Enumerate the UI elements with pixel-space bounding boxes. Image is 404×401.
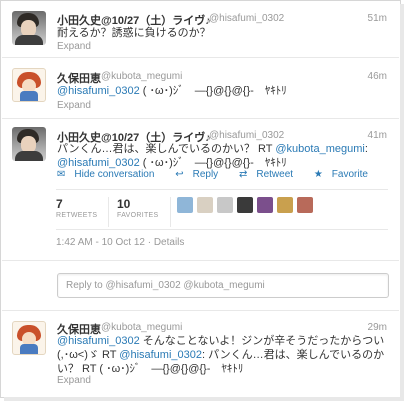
retweets-count[interactable]: 7: [56, 197, 63, 211]
favorite-label: Favorite: [331, 169, 368, 180]
favorites-label[interactable]: FAVORITES: [117, 212, 158, 219]
retweet-icon: ⇄: [238, 169, 248, 180]
retweeter-avatar[interactable]: [177, 197, 193, 213]
tweet-timestamp[interactable]: 51m: [368, 13, 387, 24]
window-shadow: [4, 397, 404, 401]
reply-input[interactable]: Reply to @hisafumi_0302 @kubota_megumi: [57, 273, 389, 298]
tweet-2[interactable]: 久保田恵 @kubota_megumi 46m @hisafumi_0302 (…: [2, 58, 399, 116]
tweet-text-body: パンくん…君は、楽しんでいるのかい？ RT: [57, 143, 276, 155]
tweet-meta[interactable]: 1:42 AM - 10 Oct 12 · Details: [56, 237, 184, 248]
reply-button[interactable]: ↩ Reply: [175, 169, 227, 180]
tweet-author-handle[interactable]: @hisafumi_0302: [209, 130, 284, 141]
hide-conversation-label: Hide conversation: [74, 169, 155, 180]
retweeter-avatar[interactable]: [197, 197, 213, 213]
tweet-text: 耐えるか？誘惑に負けるのか？: [57, 27, 211, 39]
avatar[interactable]: [12, 11, 46, 45]
avatar[interactable]: [12, 68, 46, 102]
retweeter-avatar[interactable]: [217, 197, 233, 213]
mention-link[interactable]: @hisafumi_0302: [57, 85, 140, 97]
retweeter-avatar[interactable]: [257, 197, 273, 213]
mention-link[interactable]: @kubota_megumi: [275, 143, 364, 155]
tweet-text-body: ( ･ω･)ｼﾞ ―{}@{}@{}- ﾔｷﾄﾘ: [139, 85, 287, 97]
expand-link[interactable]: Expand: [57, 100, 91, 111]
divider: [2, 260, 399, 261]
tweet-4[interactable]: 久保田恵 @kubota_megumi 29m @hisafumi_0302 そ…: [2, 311, 399, 397]
star-icon: ★: [313, 169, 323, 180]
stats-separator: [170, 197, 171, 227]
avatar-body: [15, 151, 43, 161]
tweet-timestamp[interactable]: 29m: [368, 322, 387, 333]
tweet-timestamp[interactable]: 46m: [368, 71, 387, 82]
mention-link[interactable]: @hisafumi_0302: [119, 349, 202, 361]
window-shadow: [400, 4, 404, 401]
tweet-text-body: :: [364, 143, 368, 155]
expand-link[interactable]: Expand: [57, 375, 91, 386]
mention-link[interactable]: @hisafumi_0302: [57, 157, 140, 169]
stats-divider-top: [56, 189, 388, 190]
tweet-1[interactable]: 小田久史@10/27（土）ライヴ♪ @hisafumi_0302 51m 耐える…: [2, 1, 399, 52]
tweet-text: @hisafumi_0302 ( ･ω･)ｼﾞ ―{}@{}@{}- ﾔｷﾄﾘ: [57, 84, 392, 98]
tweet-actions: ✉ Hide conversation ↩ Reply ⇄ Retweet ★ Favo…: [57, 169, 386, 180]
tweet-text-body: ( ･ω･)ｼﾞ ―{}@{}@{}- ﾔｷﾄﾘ: [139, 157, 287, 169]
favorite-button[interactable]: ★ Favorite: [314, 169, 377, 180]
avatar-body: [20, 344, 38, 354]
tweet-text: パンくん…君は、楽しんでいるのかい？ RT @kubota_megumi: @h…: [57, 142, 392, 170]
tweet-author-handle[interactable]: @hisafumi_0302: [209, 13, 284, 24]
avatar[interactable]: [12, 127, 46, 161]
retweets-label[interactable]: RETWEETS: [56, 212, 97, 219]
reply-arrow-icon: ↩: [175, 169, 184, 180]
expand-link[interactable]: Expand: [57, 41, 91, 52]
stats-separator: [108, 197, 109, 227]
tweet-author-handle[interactable]: @kubota_megumi: [101, 322, 182, 333]
stats-divider-bottom: [56, 229, 388, 230]
favorites-count[interactable]: 10: [117, 197, 130, 211]
reply-label: Reply: [192, 169, 219, 180]
retweeter-avatar[interactable]: [297, 197, 313, 213]
retweet-label: Retweet: [256, 169, 294, 180]
tweet-author-handle[interactable]: @kubota_megumi: [101, 71, 182, 82]
avatar-body: [15, 35, 43, 45]
chat-bubble-icon: ✉: [57, 169, 66, 180]
hide-conversation-button[interactable]: ✉ Hide conversation: [57, 169, 163, 180]
tweet-timeline: 小田久史@10/27（土）ライヴ♪ @hisafumi_0302 51m 耐える…: [0, 0, 401, 398]
retweeter-avatar[interactable]: [237, 197, 253, 213]
retweeter-avatar[interactable]: [277, 197, 293, 213]
tweet-timestamp[interactable]: 41m: [368, 130, 387, 141]
avatar-body: [20, 91, 38, 101]
mention-link[interactable]: @hisafumi_0302: [57, 335, 140, 347]
avatar[interactable]: [12, 321, 46, 355]
tweet-text: @hisafumi_0302 そんなことないよ！ジンが辛そうだったからつい(,･…: [57, 334, 387, 376]
retweet-button[interactable]: ⇄ Retweet: [239, 169, 302, 180]
